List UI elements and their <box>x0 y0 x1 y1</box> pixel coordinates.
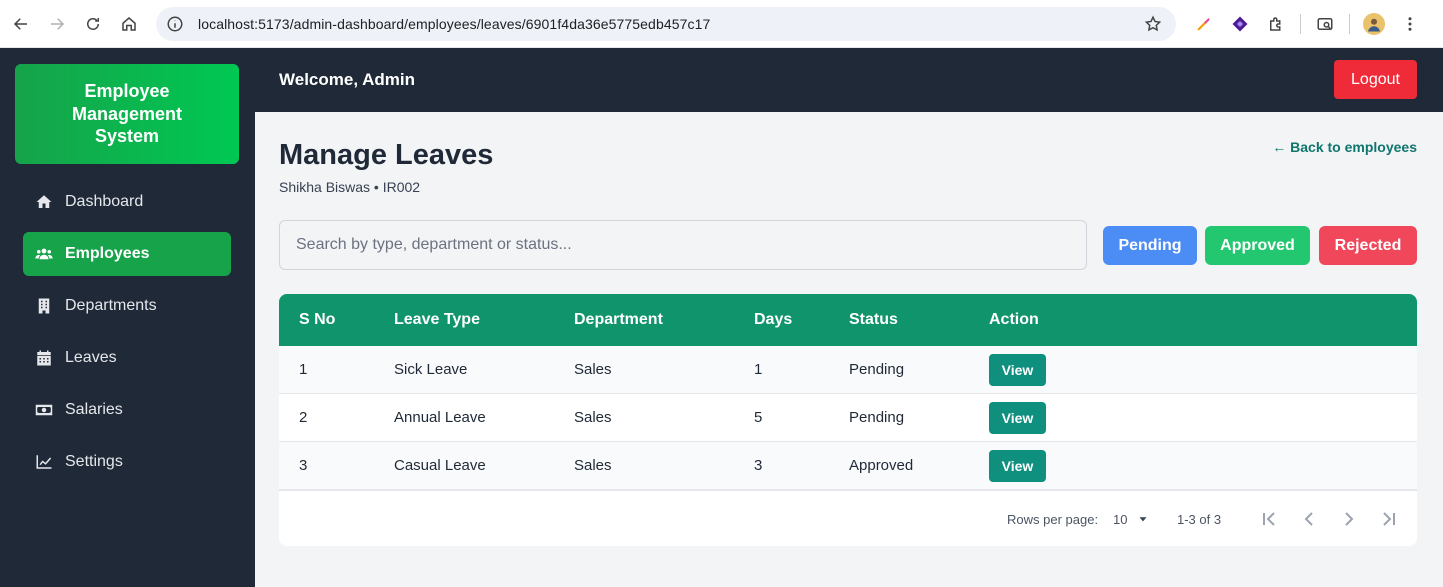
color-picker-extension-icon[interactable] <box>1188 8 1220 40</box>
address-bar[interactable]: localhost:5173/admin-dashboard/employees… <box>156 7 1176 41</box>
filter-approved-button[interactable]: Approved <box>1205 226 1310 265</box>
caret-down-icon[interactable] <box>1136 512 1150 526</box>
column-header-leave-type[interactable]: Leave Type <box>394 294 480 346</box>
cell-leave-type: Sick Leave <box>394 361 468 378</box>
welcome-text: Welcome, Admin <box>279 70 416 89</box>
view-button[interactable]: View <box>989 449 1046 482</box>
cell-action: View <box>989 346 1046 393</box>
leaves-table: S No Leave Type Department Days Status A… <box>279 294 1417 546</box>
sidebar-item-label: Salaries <box>65 401 123 418</box>
sidebar-item-label: Employees <box>65 245 150 262</box>
back-to-employees-link[interactable]: ← Back to employees <box>1272 139 1417 155</box>
toolbar-separator <box>1300 14 1301 34</box>
column-header-department[interactable]: Department <box>574 294 663 346</box>
site-info-icon[interactable] <box>166 15 184 33</box>
browser-toolbar: localhost:5173/admin-dashboard/employees… <box>0 0 1443 48</box>
page-title: Manage Leaves <box>279 139 494 171</box>
cell-days: 1 <box>754 361 763 378</box>
extensions-area <box>1188 7 1426 41</box>
brand-logo: Employee Management System <box>15 64 239 164</box>
sidebar-item-employees[interactable]: Employees <box>23 232 231 276</box>
url-text: localhost:5173/admin-dashboard/employees… <box>198 16 711 32</box>
column-header-action: Action <box>989 311 1039 328</box>
logout-button[interactable]: Logout <box>1334 60 1417 99</box>
table-row: 1 Sick Leave Sales 1 Pending View <box>279 346 1417 394</box>
cell-status: Pending <box>849 361 905 378</box>
sidebar-item-label: Settings <box>65 453 123 470</box>
cell-status: Pending <box>849 409 905 426</box>
forward-arrow-icon[interactable] <box>39 6 75 42</box>
home-icon <box>36 195 52 208</box>
rows-per-page-label: Rows per page: <box>1007 512 1099 527</box>
toolbar-separator <box>1349 14 1350 34</box>
chart-line-icon <box>36 455 52 469</box>
tab-search-icon[interactable] <box>1309 8 1341 40</box>
sidebar-item-salaries[interactable]: Salaries <box>23 388 231 432</box>
table-row: 2 Annual Leave Sales 5 Pending View <box>279 394 1417 442</box>
column-header-sno[interactable]: S No <box>299 294 335 346</box>
building-icon <box>38 298 50 314</box>
sidebar-item-label: Departments <box>65 297 157 314</box>
table-row: 3 Casual Leave Sales 3 Approved View <box>279 442 1417 490</box>
last-page-icon[interactable] <box>1377 507 1401 531</box>
sidebar-item-label: Leaves <box>65 349 117 366</box>
cell-leave-type: Annual Leave <box>394 409 486 426</box>
sidebar-item-leaves[interactable]: Leaves <box>23 336 231 380</box>
filter-rejected-button[interactable]: Rejected <box>1319 226 1417 265</box>
column-header-days[interactable]: Days <box>754 294 792 346</box>
view-button[interactable]: View <box>989 353 1046 386</box>
pagination-bar: Rows per page: 10 1-3 of 3 <box>279 490 1417 546</box>
cell-days: 3 <box>754 457 763 474</box>
cell-department: Sales <box>574 457 612 474</box>
cell-department: Sales <box>574 409 612 426</box>
cell-status: Approved <box>849 457 914 474</box>
sidebar-menu: Dashboard Employees Departments Leaves S… <box>23 180 231 492</box>
sidebar-item-settings[interactable]: Settings <box>23 440 231 484</box>
calendar-icon <box>37 350 51 366</box>
page-range-text: 1-3 of 3 <box>1177 512 1222 527</box>
browser-menu-icon[interactable] <box>1394 8 1426 40</box>
cell-action: View <box>989 394 1046 441</box>
view-button[interactable]: View <box>989 401 1046 434</box>
top-bar: Welcome, Admin Logout <box>255 48 1443 112</box>
users-icon <box>35 248 53 260</box>
cell-days: 5 <box>754 409 763 426</box>
sidebar-item-departments[interactable]: Departments <box>23 284 231 328</box>
profile-avatar-icon[interactable] <box>1358 8 1390 40</box>
previous-page-icon[interactable] <box>1297 507 1321 531</box>
table-header: S No Leave Type Department Days Status A… <box>279 294 1417 346</box>
rows-per-page-select[interactable]: 10 <box>1113 512 1127 527</box>
filter-pending-button[interactable]: Pending <box>1103 226 1197 265</box>
cell-department: Sales <box>574 361 612 378</box>
search-input[interactable] <box>279 220 1087 270</box>
sidebar-item-label: Dashboard <box>65 193 144 210</box>
cell-leave-type: Casual Leave <box>394 457 486 474</box>
cell-sno: 2 <box>299 409 308 426</box>
next-page-icon[interactable] <box>1337 507 1361 531</box>
reload-icon[interactable] <box>75 6 111 42</box>
sidebar-item-dashboard[interactable]: Dashboard <box>23 180 231 224</box>
puzzle-extensions-icon[interactable] <box>1260 8 1292 40</box>
sidebar: Employee Management System Dashboard Emp… <box>0 48 255 587</box>
employee-subtitle: Shikha Biswas • IR002 <box>279 179 421 195</box>
home-page-icon[interactable] <box>111 6 147 42</box>
back-arrow-icon[interactable] <box>3 6 39 42</box>
money-icon <box>35 404 53 416</box>
bookmark-star-icon[interactable] <box>1144 15 1162 33</box>
first-page-icon[interactable] <box>1257 507 1281 531</box>
main-content: Manage Leaves Shikha Biswas • IR002 ← Ba… <box>255 112 1443 587</box>
diamond-extension-icon[interactable] <box>1224 8 1256 40</box>
cell-action: View <box>989 442 1046 489</box>
column-header-status[interactable]: Status <box>849 294 898 346</box>
cell-sno: 1 <box>299 361 308 378</box>
cell-sno: 3 <box>299 457 308 474</box>
